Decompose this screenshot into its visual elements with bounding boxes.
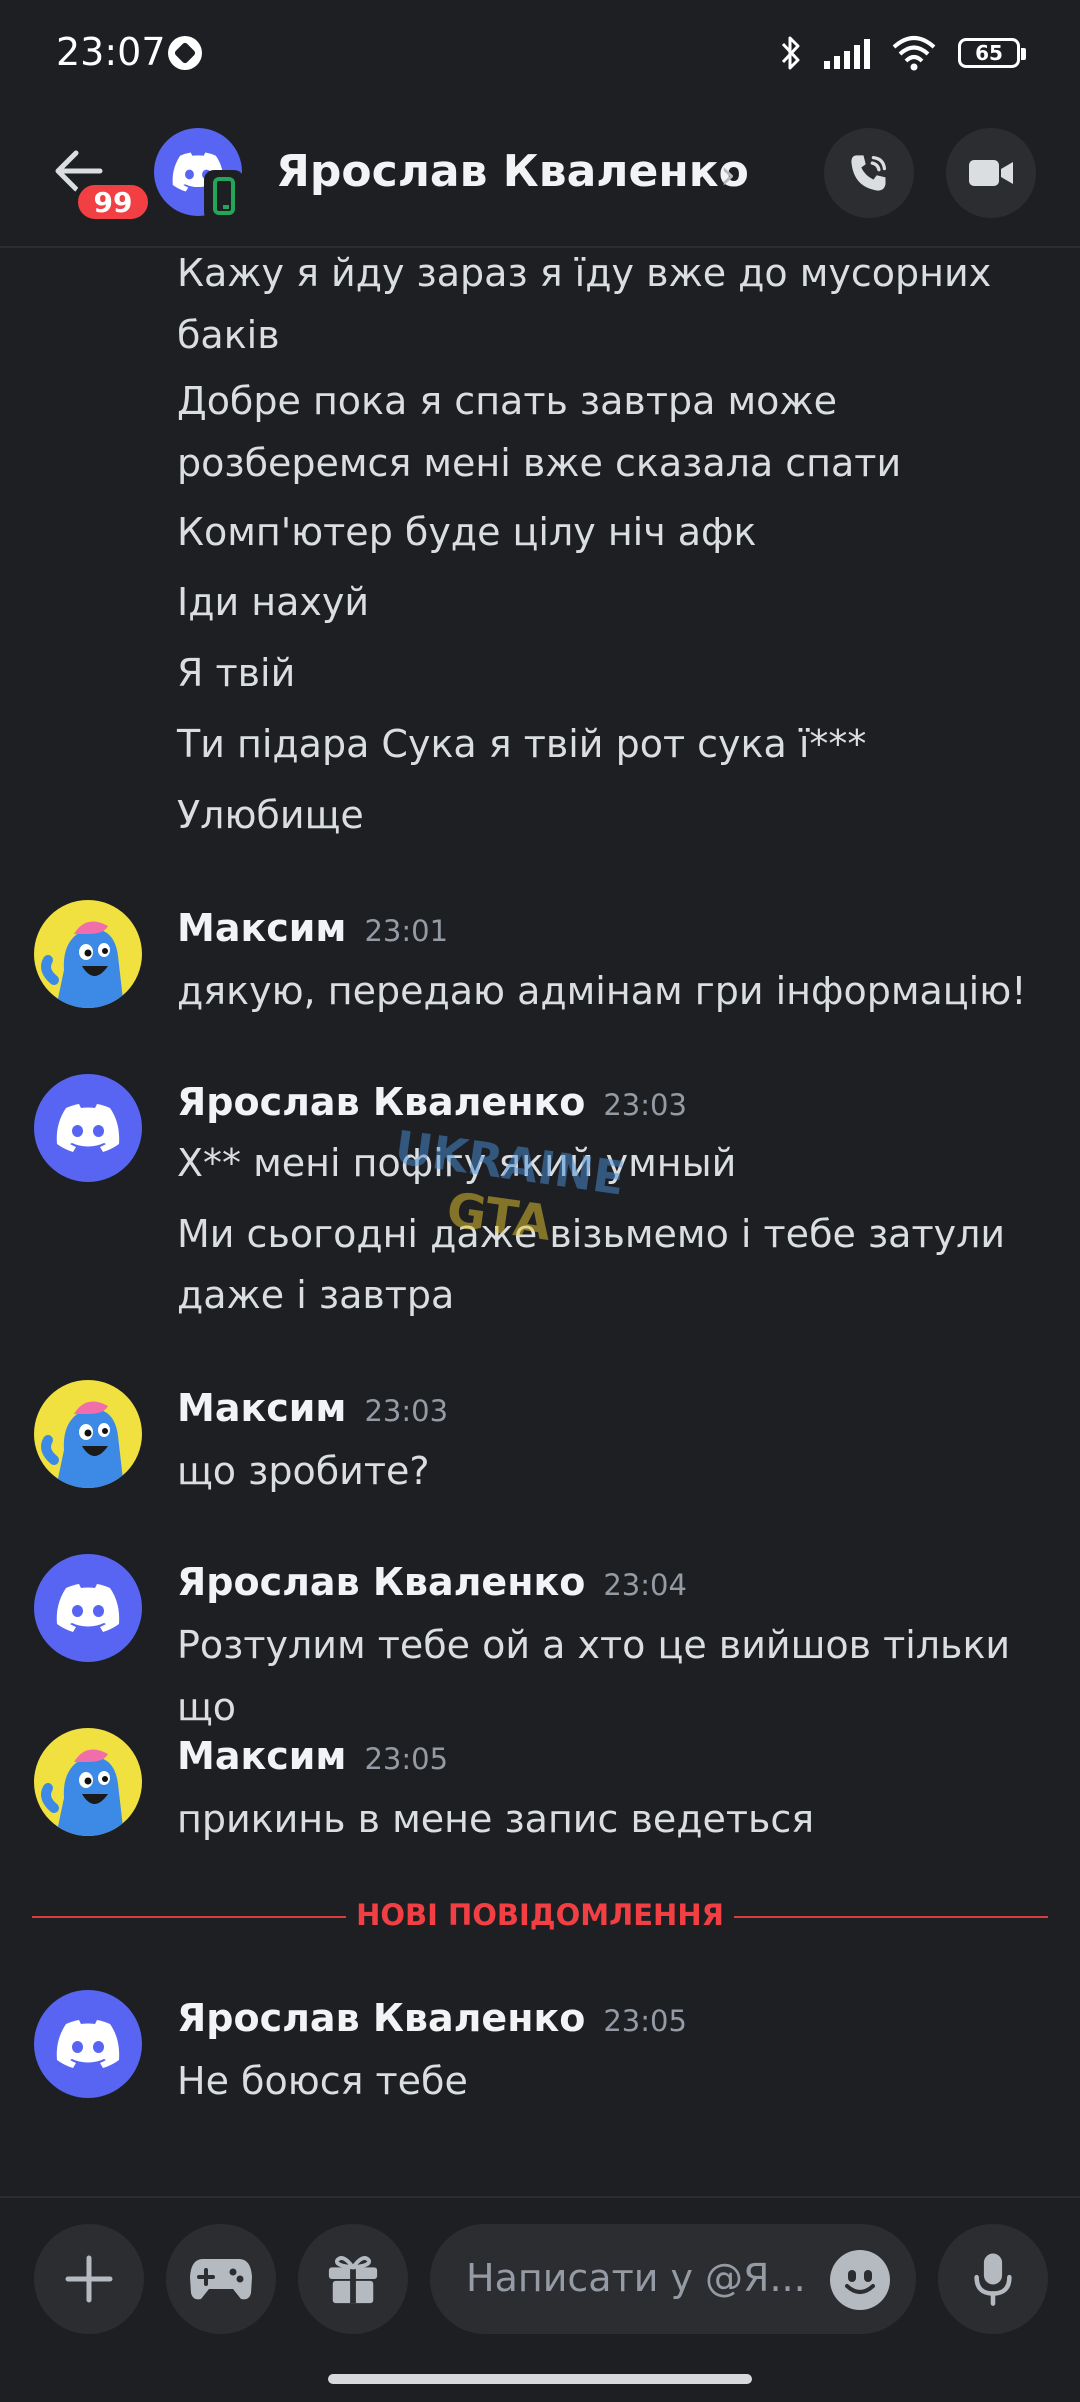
activities-button[interactable] — [166, 2224, 276, 2334]
video-camera-icon — [969, 160, 1013, 186]
message-text: прикинь в мене запис ведеться — [177, 1797, 815, 1841]
message-timestamp: 23:01 — [364, 914, 449, 948]
mascot-avatar-icon — [41, 1401, 124, 1488]
mobile-status-icon — [204, 170, 244, 222]
user-avatar[interactable] — [34, 1380, 142, 1488]
new-messages-divider: НОВІ ПОВІДОМЛЕННЯ — [32, 1898, 1048, 1932]
mascot-avatar-icon — [41, 921, 124, 1008]
voice-message-button[interactable] — [938, 2224, 1048, 2334]
mascot-avatar-icon — [41, 1749, 124, 1836]
notification-icon — [168, 36, 202, 70]
message-timestamp: 23:03 — [603, 1088, 687, 1122]
message-timestamp: 23:05 — [364, 1742, 449, 1776]
message-text: Комп'ютер буде цілу ніч афк — [177, 510, 757, 554]
status-bar: 23:07 65 — [0, 0, 1080, 108]
status-time: 23:07 — [56, 30, 166, 74]
emoji-icon[interactable] — [830, 2250, 890, 2310]
message-text: Х** мені пофігу який умный — [177, 1141, 737, 1185]
user-avatar[interactable] — [34, 1728, 142, 1836]
battery-icon: 65 — [958, 38, 1026, 68]
user-avatar[interactable] — [34, 900, 142, 1008]
message-text: даже і завтра — [177, 1273, 455, 1317]
message-timestamp: 23:05 — [603, 2004, 687, 2038]
discord-logo-icon — [56, 1104, 120, 1152]
message-author[interactable]: Ярослав Кваленко 23:04 — [177, 1560, 687, 1604]
wifi-icon — [892, 36, 936, 71]
user-avatar[interactable] — [34, 1554, 142, 1662]
message-input[interactable]: Написати у @Я... — [430, 2224, 916, 2334]
discord-logo-icon — [56, 1584, 120, 1632]
video-call-button[interactable] — [946, 128, 1036, 218]
message-text: Не боюся тебе — [177, 2059, 468, 2103]
message-timestamp: 23:04 — [603, 1568, 687, 1602]
message-author[interactable]: Максим 23:03 — [177, 1386, 448, 1430]
message-text: Ти підара Сука я твій рот сука ї*** — [177, 722, 867, 766]
message-composer: Написати у @Я... — [0, 2196, 1080, 2402]
discord-logo-icon — [56, 2020, 120, 2068]
plus-icon — [65, 2255, 113, 2303]
message-text: Добре пока я спать завтра може — [177, 379, 837, 423]
message-text: Кажу я йду зараз я їду вже до мусорних — [177, 251, 992, 295]
phone-call-icon — [851, 155, 887, 191]
status-icons: 65 — [780, 30, 1026, 76]
unread-badge: 99 — [73, 180, 153, 224]
gamepad-icon — [190, 2259, 252, 2300]
gift-icon — [328, 2256, 378, 2304]
microphone-icon — [974, 2253, 1012, 2306]
message-timestamp: 23:03 — [364, 1394, 449, 1428]
message-text: що зробите? — [177, 1449, 430, 1493]
channel-title[interactable]: Ярослав Кваленко — [276, 146, 749, 197]
signal-icon — [824, 37, 870, 69]
message-author[interactable]: Максим 23:05 — [177, 1734, 448, 1778]
message-input-placeholder: Написати у @Я... — [466, 2256, 806, 2300]
home-indicator[interactable] — [328, 2374, 752, 2384]
message-text: Розтулим тебе ой а хто це вийшов тільки … — [177, 1623, 1011, 1729]
battery-level: 65 — [975, 41, 1003, 65]
message-text: Ми сьогодні даже візьмемо і тебе затули — [177, 1212, 1006, 1256]
user-avatar[interactable] — [34, 1990, 142, 2098]
gift-button[interactable] — [298, 2224, 408, 2334]
new-messages-label: НОВІ ПОВІДОМЛЕННЯ — [356, 1898, 724, 1932]
message-text: баків — [177, 313, 280, 357]
chat-header: 99 Ярослав Кваленко › — [0, 108, 1080, 248]
chevron-right-icon[interactable]: › — [720, 152, 736, 198]
message-author[interactable]: Ярослав Кваленко 23:05 — [177, 1996, 687, 2040]
user-avatar[interactable] — [34, 1074, 142, 1182]
bluetooth-icon — [781, 36, 800, 70]
message-text: Іди нахуй — [177, 580, 370, 624]
message-text: розберемся мені вже сказала спати — [177, 441, 902, 485]
message-text: Улюбище — [177, 793, 364, 837]
message-author[interactable]: Максим 23:01 — [177, 906, 448, 950]
message-text: Я твій — [177, 651, 296, 695]
message-text: дякую, передаю адмінам гри інформацію! — [177, 969, 1027, 1013]
message-author[interactable]: Ярослав Кваленко 23:03 — [177, 1080, 687, 1124]
add-attachment-button[interactable] — [34, 2224, 144, 2334]
voice-call-button[interactable] — [824, 128, 914, 218]
